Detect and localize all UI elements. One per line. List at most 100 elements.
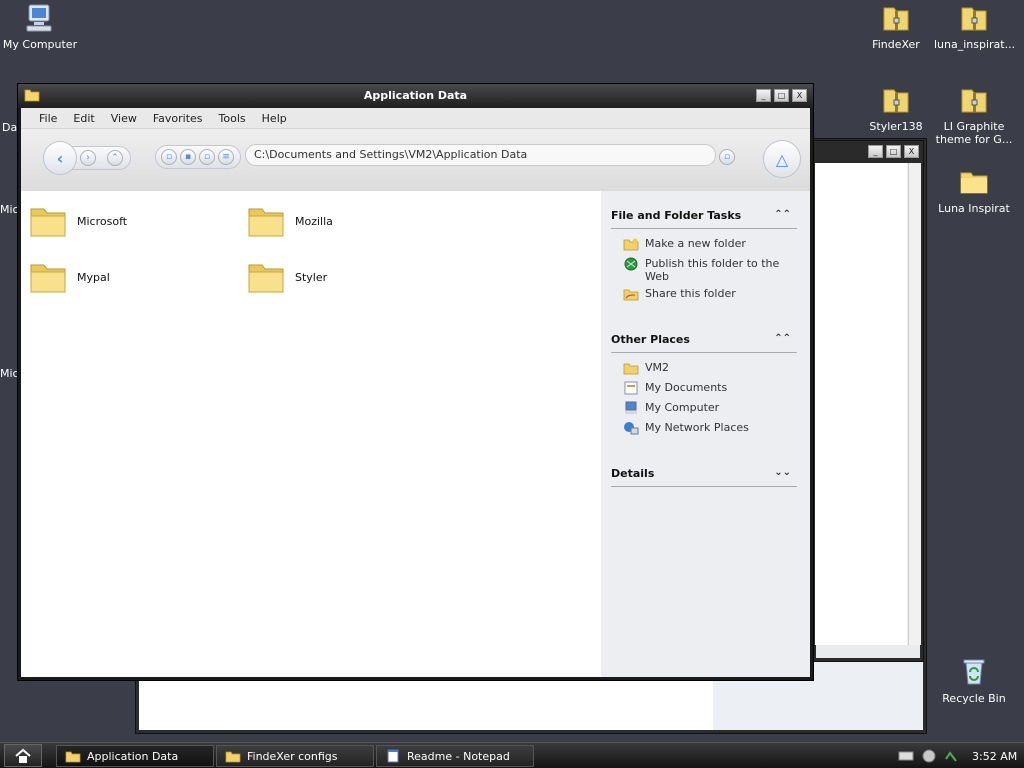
minimize-button[interactable]: _ [868,145,883,158]
zip-folder-icon [883,7,909,31]
up-button[interactable]: ⌃ [107,150,123,166]
folder-icon [960,172,988,194]
other-places-header[interactable]: Other Places ⌃⌃ [611,333,797,353]
clipped-desktop-label: Da [2,121,18,134]
clock[interactable]: 3:52 AM [972,750,1017,763]
menu-tools[interactable]: Tools [211,112,254,125]
menu-favorites[interactable]: Favorites [145,112,211,125]
folder-label: Mypal [77,270,110,284]
folder-item[interactable]: Microsoft [29,203,127,239]
collapse-icon[interactable]: ⌃⌃ [774,209,791,220]
desktop-icon-label: Recycle Bin [942,692,1006,705]
explorer-window[interactable]: Application Data _ □ X File Edit View Fa… [17,83,814,681]
menu-edit[interactable]: Edit [65,112,102,125]
forward-button[interactable]: › [80,150,96,166]
clipped-desktop-label: Mic [0,203,19,216]
computer-icon [625,401,637,414]
findexer-content[interactable] [815,163,907,645]
task-pane: File and Folder Tasks ⌃⌃ Make a new fold… [601,191,810,677]
close-button[interactable]: X [904,145,919,158]
view-tiles-button[interactable]: ▪ [180,149,196,165]
folder-item[interactable]: Mypal [29,259,110,295]
zip-folder-icon [961,89,987,113]
taskbar-button-readme-notepad[interactable]: Readme - Notepad [376,745,534,767]
computer-icon [26,4,52,32]
zip-folder-icon [883,89,909,113]
network-icon [624,422,639,435]
network-status-icon[interactable] [944,749,958,763]
volume-icon[interactable] [922,749,936,763]
taskbar-button-application-data[interactable]: Application Data [56,745,214,767]
folder-icon [623,363,639,375]
desktop-icon-label: Luna Inspirat [938,202,1010,215]
desktop-icon-my-computer[interactable]: My Computer [0,2,80,51]
place-vm2[interactable]: VM2 [623,361,793,375]
view-list-button[interactable]: ≡ [218,149,234,165]
back-button[interactable]: ‹ [43,141,77,175]
place-my-computer[interactable]: My Computer [623,401,793,415]
share-folder-icon [623,289,639,301]
recycle-bin-icon [963,659,985,685]
expand-icon[interactable]: ⌄⌄ [774,467,791,478]
clipped-desktop-label: Mic [0,367,19,380]
keyboard-icon[interactable] [898,750,914,762]
panel-title: File and Folder Tasks [611,209,742,222]
folder-icon [30,208,66,237]
task-share-folder[interactable]: Share this folder [623,287,793,301]
view-thumbnails-button[interactable]: ▫ [161,149,177,165]
view-icons-button[interactable]: ▫ [199,149,215,165]
file-list[interactable]: Microsoft Mozilla Mypal Styler [21,191,601,677]
desktop-icon-findexer[interactable]: FindeXer [856,2,936,51]
desktop-icon-li-graphite[interactable]: LI Graphite theme for G... [934,84,1014,146]
place-my-network-places[interactable]: My Network Places [623,421,793,435]
desktop-icon-label: LI Graphite theme for G... [935,120,1013,146]
minimize-button[interactable]: _ [756,89,771,102]
home-icon [15,748,31,763]
zip-folder-icon [961,7,987,31]
navigation-bar: ‹ › ⌃ ▫ ▪ ▫ ≡ C:\Documents and Settings\… [21,129,810,191]
vertical-scrollbar[interactable] [908,163,921,645]
home-button[interactable]: △ [763,140,801,178]
notepad-icon [387,749,399,763]
background-findexer-window[interactable]: _ □ X [812,140,924,662]
task-publish-folder[interactable]: Publish this folder to the Web [623,257,793,283]
window-titlebar[interactable]: Application Data _ □ X [18,84,813,108]
system-tray: 3:52 AM [888,743,1024,768]
maximize-button[interactable]: □ [886,145,901,158]
collapse-icon[interactable]: ⌃⌃ [774,333,791,344]
desktop-icon-label: luna_inspirat... [934,38,1016,51]
folder-icon [30,264,66,293]
menu-file[interactable]: File [31,112,65,125]
details-header[interactable]: Details ⌄⌄ [611,467,797,487]
new-folder-icon [623,238,639,251]
address-bar[interactable]: C:\Documents and Settings\VM2\Applicatio… [245,144,716,166]
folder-item[interactable]: Styler [247,259,327,295]
taskbar: Application Data FindeXer configs Readme… [0,742,1024,768]
folder-label: Styler [295,270,328,284]
folder-item[interactable]: Mozilla [247,203,333,239]
desktop-icon-luna-inspirat-folder[interactable]: Luna Inspirat [934,166,1014,215]
desktop-icon-styler138[interactable]: Styler138 [856,84,936,133]
menu-view[interactable]: View [103,112,145,125]
desktop-icon-luna-inspirat-zip[interactable]: luna_inspirat... [934,2,1016,51]
documents-icon [624,381,638,395]
desktop-icon-recycle-bin[interactable]: Recycle Bin [934,656,1014,705]
taskbar-button-findexer-configs[interactable]: FindeXer configs [216,745,374,767]
window-title: Application Data [363,89,468,102]
maximize-button[interactable]: □ [774,89,789,102]
folder-icon [248,208,284,237]
place-my-documents[interactable]: My Documents [623,381,793,395]
folder-icon [248,264,284,293]
menu-help[interactable]: Help [254,112,295,125]
close-button[interactable]: X [792,89,807,102]
panel-title: Details [611,467,655,480]
menu-bar: File Edit View Favorites Tools Help [21,108,810,129]
start-button[interactable] [4,744,42,767]
panel-title: Other Places [611,333,690,346]
folder-icon [225,751,241,763]
file-folder-tasks-header[interactable]: File and Folder Tasks ⌃⌃ [611,209,797,229]
folder-label: Mozilla [295,214,333,228]
go-button[interactable]: ▫ [719,149,735,165]
desktop-icon-label: FindeXer [872,38,920,51]
task-make-new-folder[interactable]: Make a new folder [623,237,793,251]
